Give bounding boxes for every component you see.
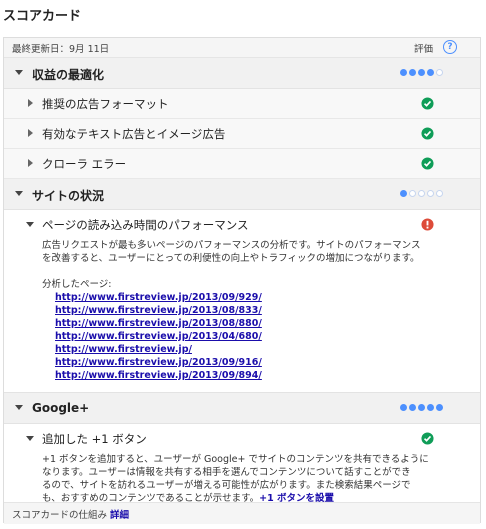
expand-triangle-icon	[28, 129, 33, 137]
last-updated-text: 最終更新日：9月 11日	[12, 44, 110, 55]
collapse-triangle-icon	[15, 191, 23, 196]
section-title: サイトの状況	[32, 189, 105, 203]
check-circle-icon	[421, 97, 434, 110]
section-revenue-optimization[interactable]: 収益の最適化	[4, 58, 480, 89]
analyzed-pages-label: 分析したページ:	[42, 279, 112, 290]
scorecard-footer: スコアカードの仕組み 詳細	[4, 502, 480, 524]
check-circle-icon	[421, 157, 434, 170]
description-line: +1 ボタンを追加すると、ユーザーが Google+ でサイトのコンテンツを共有…	[42, 454, 429, 465]
page-url-link[interactable]: http://www.firstreview.jp/2013/08/880/	[55, 317, 480, 330]
description-line: なります。ユーザーは情報を共有する相手を選んでコンテンツについて話すことができ	[42, 467, 411, 478]
collapse-triangle-icon	[15, 405, 23, 410]
plus-one-detail: +1 ボタンを追加すると、ユーザーが Google+ でサイトのコンテンツを共有…	[4, 453, 480, 505]
rating-dot-filled	[427, 69, 434, 76]
item-label: クローラ エラー	[42, 157, 127, 171]
item-recommended-ad-formats[interactable]: 推奨の広告フォーマット	[4, 89, 480, 119]
rating-dot-filled	[400, 190, 407, 197]
item-label: 有効なテキスト広告とイメージ広告	[42, 127, 226, 141]
expand-triangle-icon	[28, 99, 33, 107]
page-url-link[interactable]: http://www.firstreview.jp/2013/09/894/	[55, 369, 480, 382]
rating-dot-filled	[400, 69, 407, 76]
rating-dots	[400, 69, 443, 76]
footer-text: スコアカードの仕組み	[12, 510, 108, 521]
section-google-plus[interactable]: Google+	[4, 393, 480, 424]
rating-dot-filled	[418, 404, 425, 411]
exclamation-circle-icon	[421, 218, 434, 231]
item-crawler-errors[interactable]: クローラ エラー	[4, 149, 480, 179]
url-list: http://www.firstreview.jp/2013/09/929/ h…	[42, 291, 480, 382]
rating-dot-filled	[409, 404, 416, 411]
item-label: 追加した +1 ボタン	[42, 432, 147, 446]
rating-dot-filled	[409, 69, 416, 76]
item-text-and-image-ads[interactable]: 有効なテキスト広告とイメージ広告	[4, 119, 480, 149]
section-site-health[interactable]: サイトの状況	[4, 179, 480, 210]
page-url-link[interactable]: http://www.firstreview.jp/	[55, 343, 480, 356]
rating-dot-filled	[400, 404, 407, 411]
page-url-link[interactable]: http://www.firstreview.jp/2013/09/929/	[55, 291, 480, 304]
collapse-triangle-icon	[26, 222, 34, 227]
page-load-detail: 広告リクエストが最も多いページのパフォーマンスの分析です。サイトのパフォーマンス…	[4, 239, 480, 393]
check-circle-icon	[421, 432, 434, 445]
description-line: 広告リクエストが最も多いページのパフォーマンスの分析です。サイトのパフォーマンス	[42, 240, 421, 251]
scorecard-header: 最終更新日：9月 11日 評価 ?	[4, 38, 480, 58]
page-title: スコアカード	[3, 9, 82, 24]
rating-dot-empty	[427, 190, 434, 197]
item-plus-one-button[interactable]: 追加した +1 ボタン	[4, 424, 480, 453]
item-page-load-performance[interactable]: ページの読み込み時間のパフォーマンス	[4, 210, 480, 239]
section-title: 収益の最適化	[32, 68, 105, 82]
rating-label: 評価	[414, 44, 434, 55]
page-url-link[interactable]: http://www.firstreview.jp/2013/04/680/	[55, 330, 480, 343]
rating-dot-empty	[436, 190, 443, 197]
rating-dot-empty	[409, 190, 416, 197]
rating-dot-filled	[418, 69, 425, 76]
scorecard-panel: 最終更新日：9月 11日 評価 ? 収益の最適化 推奨の広告フォーマット 有効な…	[3, 37, 481, 524]
description-line: を改善すると、ユーザーにとっての利便性の向上やトラフィックの増加につながります。	[42, 253, 420, 264]
rating-dots	[400, 190, 443, 197]
description-line: るので、サイトを訪れるユーザーが増える可能性が広がります。また検索結果ページで	[42, 480, 411, 491]
item-label: 推奨の広告フォーマット	[42, 97, 169, 111]
help-icon[interactable]: ?	[443, 40, 457, 54]
rating-dot-filled	[427, 404, 434, 411]
details-link[interactable]: 詳細	[110, 510, 129, 521]
rating-dot-empty	[436, 69, 443, 76]
expand-triangle-icon	[28, 159, 33, 167]
check-circle-icon	[421, 127, 434, 140]
footer-text-wrap: スコアカードの仕組み 詳細	[12, 507, 129, 521]
collapse-triangle-icon	[26, 436, 34, 441]
section-title: Google+	[32, 401, 90, 415]
rating-dots	[400, 404, 443, 411]
page-url-link[interactable]: http://www.firstreview.jp/2013/09/916/	[55, 356, 480, 369]
collapse-triangle-icon	[15, 70, 23, 75]
page-url-link[interactable]: http://www.firstreview.jp/2013/08/833/	[55, 304, 480, 317]
rating-dot-filled	[436, 404, 443, 411]
rating-dot-empty	[418, 190, 425, 197]
item-label: ページの読み込み時間のパフォーマンス	[42, 218, 249, 232]
